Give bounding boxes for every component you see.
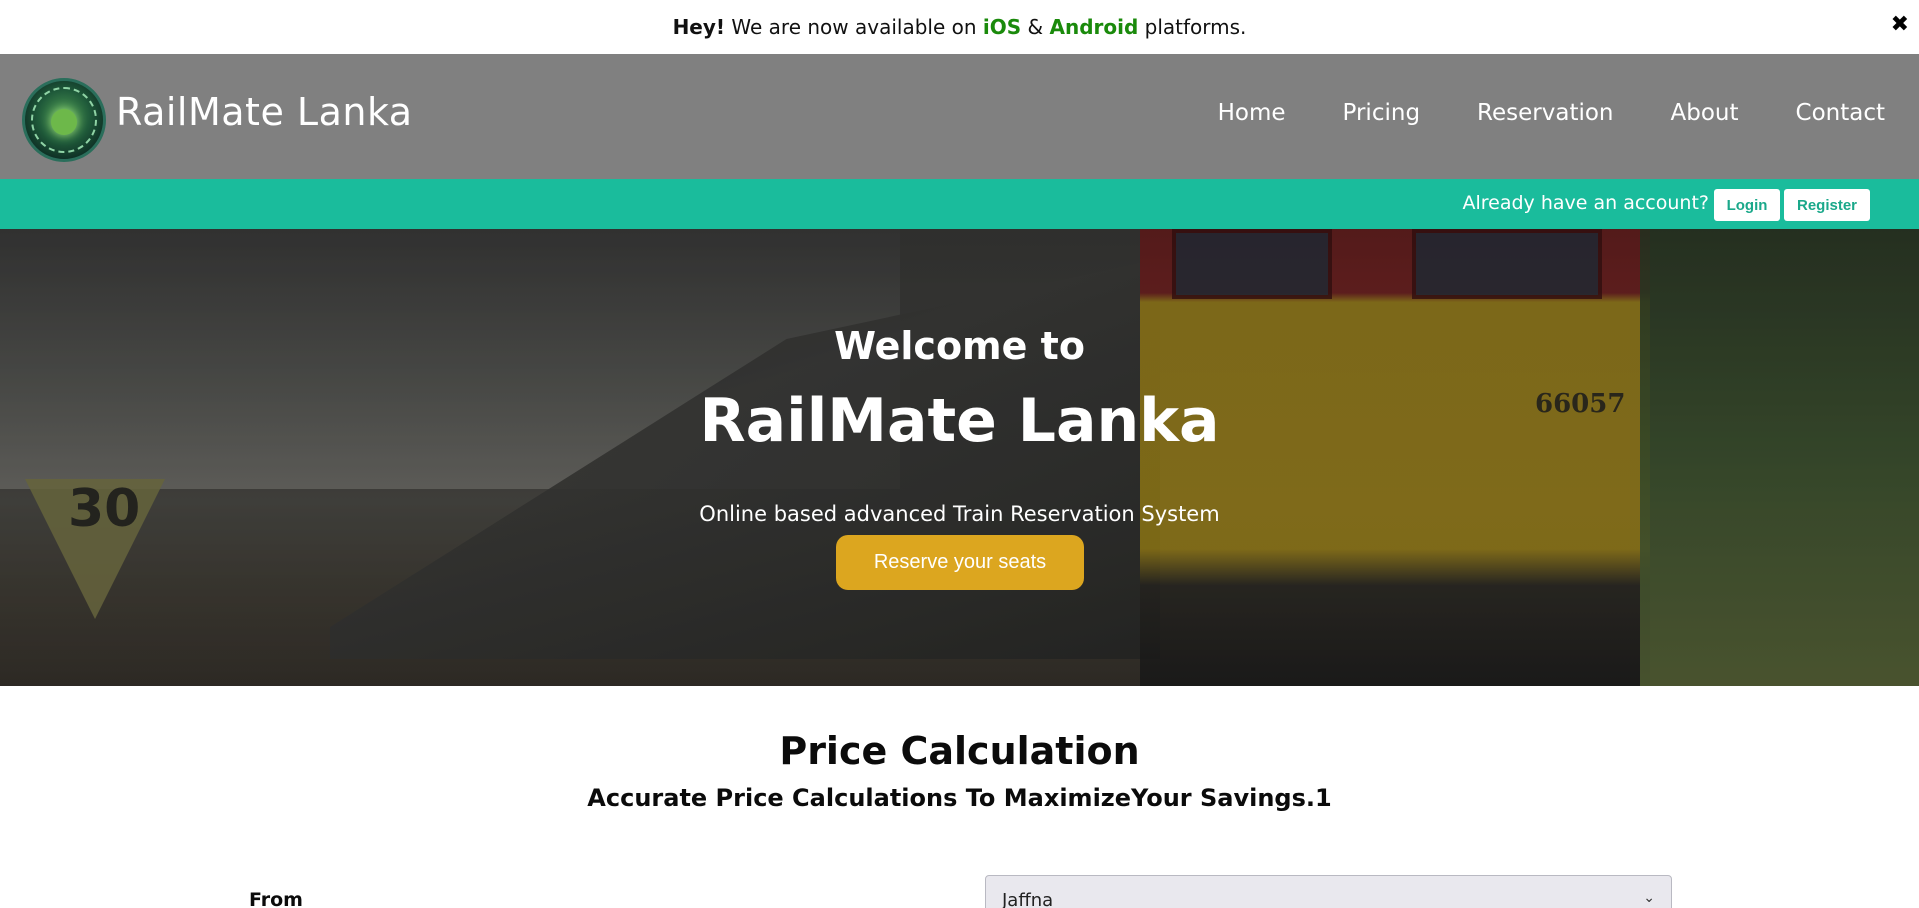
price-calc-subtitle: Accurate Price Calculations To MaximizeY… [587,784,1332,812]
announcement-text-after: platforms. [1144,15,1247,39]
price-calc-title: Price Calculation [779,729,1140,773]
android-link[interactable]: Android [1049,15,1138,39]
main-nav: Home Pricing Reservation About Contact [1161,100,1885,126]
hero-overlay [0,229,1919,686]
hero-tagline: Online based advanced Train Reservation … [699,502,1220,526]
nav-reservation[interactable]: Reservation [1477,100,1613,126]
announcement-amp: & [1027,15,1044,39]
hero-welcome: Welcome to [834,324,1085,368]
nav-home[interactable]: Home [1218,100,1286,126]
account-prompt: Already have an account? [1462,192,1709,214]
from-select[interactable]: Jaffna ⌄ [985,875,1672,908]
from-label: From [249,889,303,908]
register-button[interactable]: Register [1784,189,1870,221]
login-button[interactable]: Login [1714,189,1780,221]
nav-contact[interactable]: Contact [1796,100,1885,126]
hero-title: RailMate Lanka [699,386,1220,456]
hero-section: 66057 30 Welcome to RailMate Lanka Onlin… [0,229,1919,686]
announcement-hey: Hey! [672,15,726,39]
nav-about[interactable]: About [1671,100,1739,126]
site-header: RailMate Lanka Home Pricing Reservation … [0,54,1919,179]
close-icon[interactable]: ✖ [1891,12,1909,37]
from-select-value: Jaffna [1002,890,1054,908]
account-bar: Already have an account? Login Register [0,179,1919,229]
reserve-seats-button[interactable]: Reserve your seats [836,535,1084,590]
announcement-text-before: We are now available on [731,15,977,39]
ios-link[interactable]: iOS [983,15,1021,39]
brand-title[interactable]: RailMate Lanka [116,90,413,134]
chevron-down-icon: ⌄ [1643,890,1655,906]
announcement-bar: Hey! We are now available on iOS & Andro… [0,0,1919,54]
railmate-logo-icon[interactable] [22,78,106,162]
nav-pricing[interactable]: Pricing [1343,100,1421,126]
